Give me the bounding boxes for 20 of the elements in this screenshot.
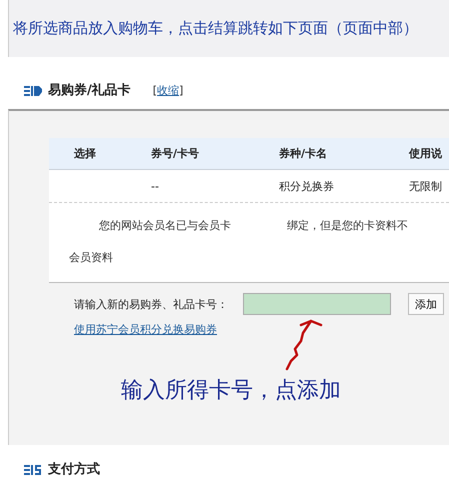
table-cell-text: 积分兑换券 [278,178,335,194]
card-number-label: 请输入新的易购券、礼品卡号： [74,296,229,312]
notice-text: 会员资料 [69,250,113,264]
table-cell-text: -- [150,180,160,192]
points-exchange-link[interactable]: 使用苏宁会员积分兑换易购券 [74,322,217,337]
notice-text: 绑定，但是您的卡资料不 [287,218,408,232]
column-header: 选择 [73,146,97,161]
banner-text: 将所选商品放入购物车，点击结算跳转如下页面（页面中部） [13,19,418,38]
column-header: 券种/卡名 [278,146,328,161]
section-title: 易购券/礼品卡 [48,82,131,99]
column-header: 券号/卡号 [150,146,200,161]
column-header: 使用说 [408,146,443,161]
table-cell-text: 无限制 [408,178,443,194]
add-button[interactable]: 添加 [408,293,444,315]
bracket: ] [179,84,184,96]
notice-text: 您的网站会员名已与会员卡 [98,218,232,232]
section-title: 支付方式 [48,460,100,478]
collapse-link[interactable]: 收缩 [157,82,180,98]
annotation-text: 输入所得卡号，点添加 [121,377,341,405]
bracket: [ [152,84,158,96]
